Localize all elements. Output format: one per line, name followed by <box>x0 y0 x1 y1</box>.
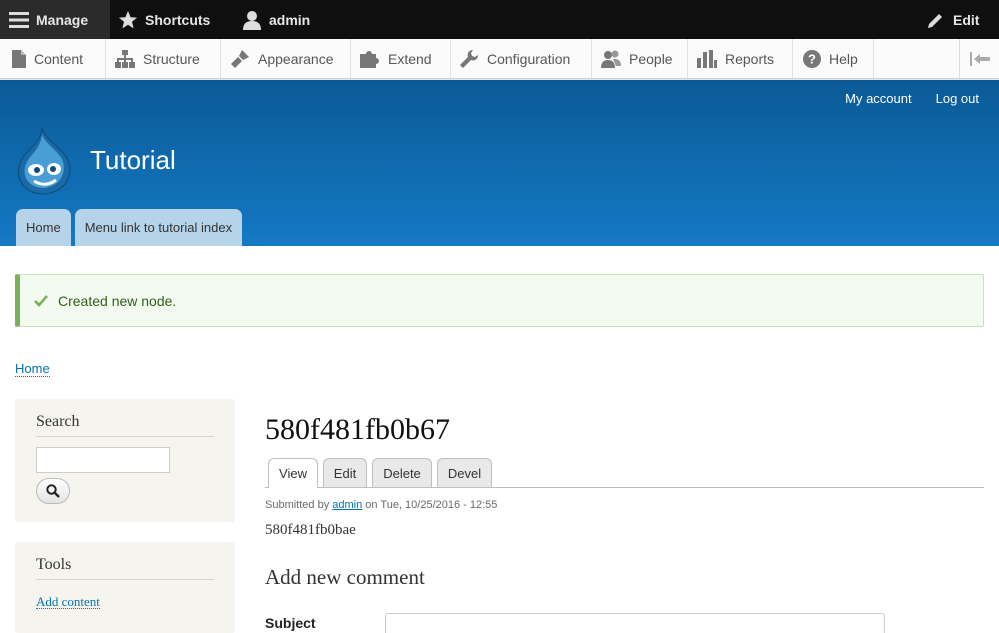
subject-input[interactable] <box>385 613 885 633</box>
admin-tray: Content Structure Appearance Extend Conf… <box>0 39 999 79</box>
user-label: admin <box>269 11 311 28</box>
tab-edit[interactable]: Edit <box>323 458 367 487</box>
tray-item-label: Help <box>829 50 858 67</box>
tray-item-help[interactable]: ? Help <box>793 39 874 78</box>
svg-text:?: ? <box>808 51 816 66</box>
log-out-link[interactable]: Log out <box>936 91 979 106</box>
tab-delete[interactable]: Delete <box>372 458 432 487</box>
search-block: Search <box>15 399 235 522</box>
local-tasks-tabs: View Edit Delete Devel <box>265 458 984 488</box>
sitemap-icon <box>115 49 135 68</box>
admin-toolbar: Manage Shortcuts admin Edit <box>0 0 999 39</box>
tools-block-title: Tools <box>36 556 214 580</box>
search-block-title: Search <box>36 413 214 437</box>
node-body: 580f481fb0bae <box>265 522 356 538</box>
checkmark-icon <box>34 294 48 307</box>
edit-mode-button[interactable]: Edit <box>927 0 979 39</box>
tray-item-label: Content <box>34 50 84 67</box>
tray-item-structure[interactable]: Structure <box>106 39 221 78</box>
search-button[interactable] <box>36 478 70 504</box>
shortcuts-label: Shortcuts <box>145 11 211 28</box>
page-title: 580f481fb0b67 <box>265 413 450 446</box>
status-message: Created new node. <box>15 274 984 327</box>
tray-item-extend[interactable]: Extend <box>351 39 451 78</box>
search-icon <box>46 484 60 498</box>
manage-label: Manage <box>36 11 89 28</box>
primary-menu: Home Menu link to tutorial index <box>16 209 243 246</box>
submitted-date: on Tue, 10/25/2016 - 12:55 <box>365 499 498 511</box>
tray-item-label: Structure <box>143 50 200 67</box>
help-icon: ? <box>803 49 821 68</box>
drupal-logo-icon <box>18 127 71 195</box>
edit-label: Edit <box>953 11 980 28</box>
comment-form-heading: Add new comment <box>265 565 425 589</box>
tray-item-appearance[interactable]: Appearance <box>221 39 351 78</box>
hamburger-icon <box>9 11 29 28</box>
tray-orientation-toggle[interactable] <box>959 39 999 78</box>
user-menu-button[interactable]: admin <box>243 0 310 39</box>
add-content-link[interactable]: Add content <box>36 595 100 609</box>
author-link[interactable]: admin <box>332 499 362 511</box>
tray-item-label: Extend <box>388 50 432 67</box>
submitted-info: Submitted by admin on Tue, 10/25/2016 - … <box>265 499 497 511</box>
tray-item-people[interactable]: People <box>592 39 688 78</box>
tray-item-content[interactable]: Content <box>0 39 106 78</box>
paintbrush-icon <box>231 49 249 68</box>
search-input[interactable] <box>36 447 170 473</box>
tray-item-label: Appearance <box>258 50 334 67</box>
bar-chart-icon <box>697 49 717 68</box>
tray-item-reports[interactable]: Reports <box>688 39 793 78</box>
site-header: My account Log out Tutorial Home Menu li… <box>0 80 999 246</box>
subject-label: Subject <box>265 615 316 631</box>
tab-devel[interactable]: Devel <box>437 458 492 487</box>
site-logo[interactable] <box>14 126 74 199</box>
tab-view[interactable]: View <box>268 458 318 488</box>
primary-menu-tutorial-index[interactable]: Menu link to tutorial index <box>74 209 243 246</box>
tray-item-label: Reports <box>725 50 775 67</box>
primary-menu-home[interactable]: Home <box>16 209 71 246</box>
my-account-link[interactable]: My account <box>845 91 911 106</box>
breadcrumb-home-link[interactable]: Home <box>15 362 50 377</box>
submitted-prefix: Submitted by <box>265 499 330 511</box>
wrench-icon <box>460 49 479 68</box>
status-message-text: Created new node. <box>58 292 177 309</box>
file-icon <box>12 49 26 68</box>
manage-menu-button[interactable]: Manage <box>0 0 110 39</box>
people-icon <box>601 50 621 68</box>
user-icon <box>243 10 261 30</box>
puzzle-icon <box>360 50 379 68</box>
tools-block: Tools Add content <box>15 542 235 633</box>
tray-item-configuration[interactable]: Configuration <box>451 39 592 78</box>
star-icon <box>119 10 137 28</box>
shortcuts-button[interactable]: Shortcuts <box>118 0 210 39</box>
pencil-icon <box>928 13 942 28</box>
site-name[interactable]: Tutorial <box>90 145 176 176</box>
collapse-left-icon <box>969 51 990 66</box>
tray-item-label: People <box>629 50 673 67</box>
secondary-menu: My account Log out <box>845 91 979 106</box>
tray-item-label: Configuration <box>487 50 571 67</box>
